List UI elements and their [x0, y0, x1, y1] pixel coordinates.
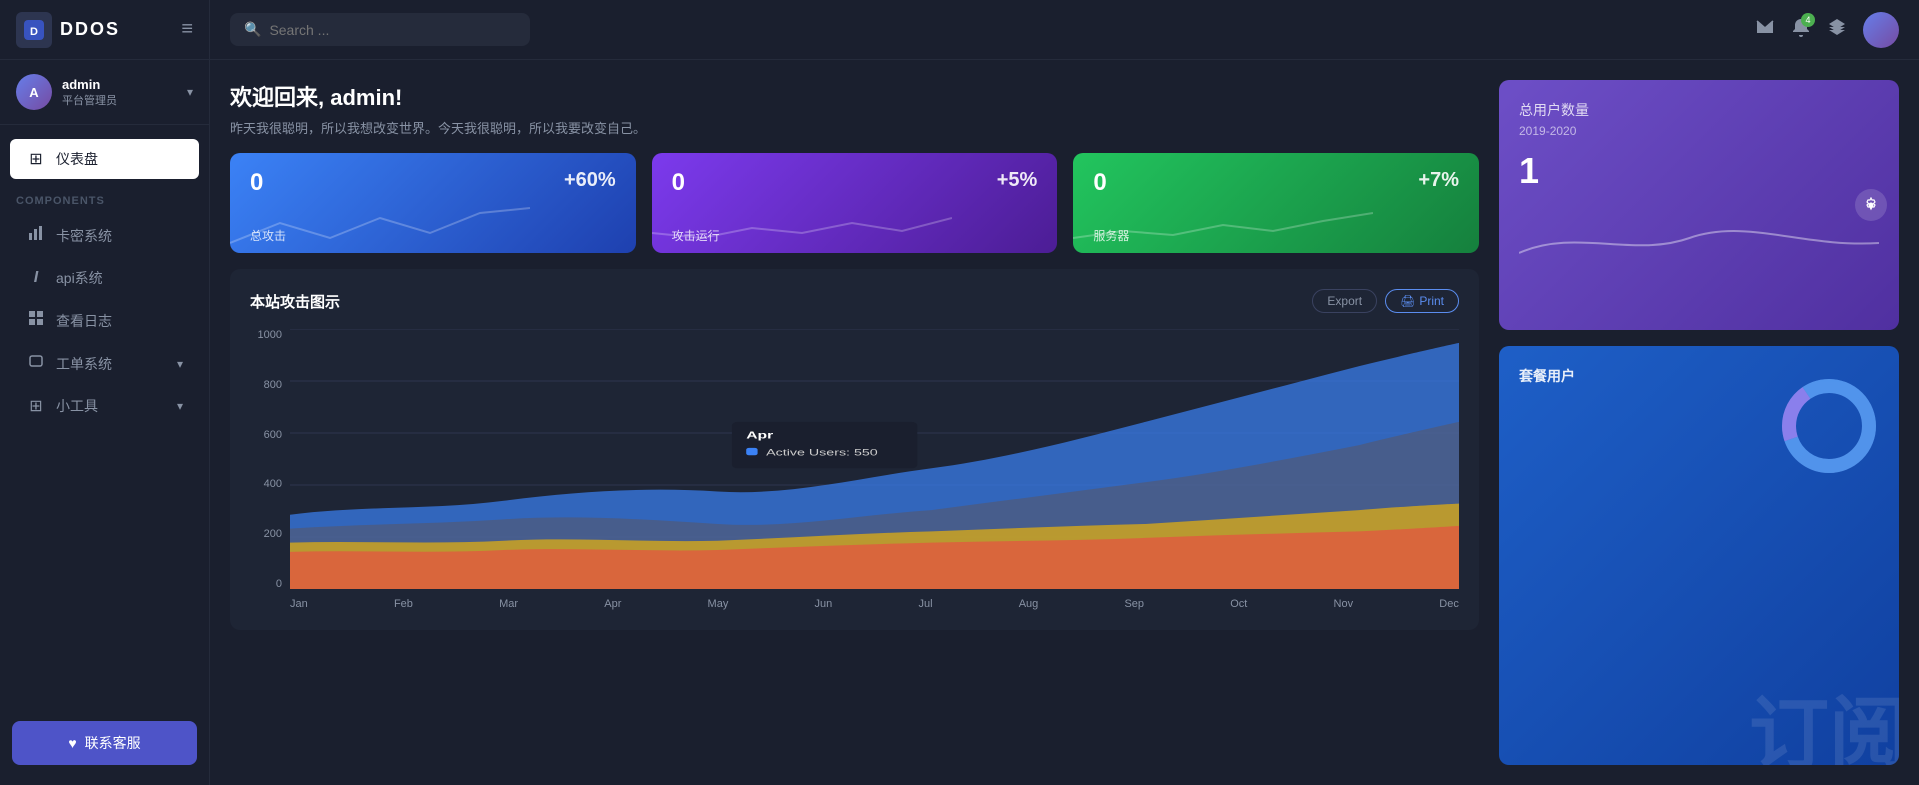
chart-svg: Apr Active Users: 550 — [290, 329, 1459, 589]
sidebar-item-ticket-system[interactable]: 工单系统 ▾ — [10, 343, 199, 384]
sidebar-item-label: 工单系统 — [56, 354, 112, 374]
stat-card-running-attacks: +5% 0 攻击运行 — [652, 153, 1058, 253]
stat-change-purple: +5% — [997, 169, 1038, 192]
package-users-card: 套餐用户 订阅 — [1499, 346, 1899, 765]
chart-area: 1000 800 600 400 200 0 — [250, 329, 1459, 610]
sidebar-logo: D DDOS ≡ — [0, 0, 209, 60]
stat-value-blue: 0 — [250, 169, 616, 197]
stat-card-total-attacks: +60% 0 总攻击 — [230, 153, 636, 253]
print-icon: 🖨 — [1400, 294, 1415, 308]
notification-icon[interactable]: 4 — [1791, 17, 1811, 42]
y-axis: 1000 800 600 400 200 0 — [250, 329, 282, 610]
package-bg-text: 订阅 — [1749, 695, 1899, 765]
user-info: admin 平台管理员 — [62, 77, 177, 108]
notification-badge: 4 — [1801, 13, 1815, 27]
print-button[interactable]: 🖨 Print — [1385, 289, 1459, 313]
total-users-title: 总用户数量 — [1519, 100, 1879, 120]
total-users-card: 总用户数量 2019-2020 1 — [1499, 80, 1899, 330]
sidebar-item-label: 仪表盘 — [56, 149, 98, 169]
search-box[interactable]: 🔍 — [230, 13, 530, 46]
stat-value-green: 0 — [1093, 169, 1459, 197]
ticket-icon — [26, 353, 46, 374]
layers-icon[interactable] — [1827, 17, 1847, 42]
sidebar-item-label: 查看日志 — [56, 311, 112, 331]
welcome-subtitle: 昨天我很聪明，所以我想改变世界。今天我很聪明，所以我要改变自己。 — [230, 118, 1479, 137]
tools-icon: ⊞ — [26, 396, 46, 416]
sidebar-item-label: 卡密系统 — [56, 226, 112, 246]
user-section[interactable]: A admin 平台管理员 ▾ — [0, 60, 209, 125]
search-input[interactable] — [269, 22, 516, 38]
welcome-title: 欢迎回来, admin! — [230, 80, 1479, 112]
svg-text:Active Users: 550: Active Users: 550 — [766, 447, 878, 458]
user-role: 平台管理员 — [62, 92, 177, 108]
chart-title: 本站攻击图示 — [250, 291, 340, 312]
export-button[interactable]: Export — [1312, 289, 1377, 313]
chart-icon — [26, 225, 46, 246]
topbar-right: 4 — [1755, 12, 1899, 48]
x-axis: Jan Feb Mar Apr May Jun Jul Aug Sep Oct … — [290, 594, 1459, 610]
api-icon: I — [26, 269, 46, 287]
hamburger-icon[interactable]: ≡ — [181, 18, 193, 41]
heart-icon: ♥ — [68, 735, 76, 751]
stat-value-purple: 0 — [672, 169, 1038, 197]
avatar: A — [16, 74, 52, 110]
chart-section: 本站攻击图示 Export 🖨 Print 1000 800 600 — [230, 269, 1479, 630]
logo-text: DDOS — [60, 19, 120, 40]
content-main: 欢迎回来, admin! 昨天我很聪明，所以我想改变世界。今天我很聪明，所以我要… — [210, 60, 1499, 785]
settings-button[interactable] — [1855, 189, 1887, 221]
contact-button[interactable]: ♥ 联系客服 — [12, 721, 197, 765]
content-right: 总用户数量 2019-2020 1 套餐用户 订阅 — [1499, 60, 1919, 785]
sidebar-item-tools[interactable]: ⊞ 小工具 ▾ — [10, 386, 199, 426]
total-users-period: 2019-2020 — [1519, 124, 1879, 138]
sidebar-item-label: 小工具 — [56, 396, 98, 416]
sidebar-item-card-system[interactable]: 卡密系统 — [10, 215, 199, 256]
sidebar-item-label: api系统 — [56, 268, 103, 288]
logo-area: D DDOS — [16, 12, 120, 48]
stat-card-servers: +7% 0 服务器 — [1073, 153, 1479, 253]
user-name: admin — [62, 77, 177, 92]
avatar[interactable] — [1863, 12, 1899, 48]
svg-text:D: D — [30, 26, 38, 38]
chart-svg-container: Apr Active Users: 550 Jan Feb Mar Apr Ma… — [290, 329, 1459, 610]
sidebar: D DDOS ≡ A admin 平台管理员 ▾ ⊞ 仪表盘 COMPONENT… — [0, 0, 210, 785]
total-users-value: 1 — [1519, 150, 1879, 192]
content-area: 欢迎回来, admin! 昨天我很聪明，所以我想改变世界。今天我很聪明，所以我要… — [210, 60, 1919, 785]
chevron-down-icon: ▾ — [177, 357, 183, 371]
stat-cards: +60% 0 总攻击 +5% 0 攻击运行 — [230, 153, 1479, 253]
stat-change-green: +7% — [1418, 169, 1459, 192]
chevron-down-icon: ▾ — [177, 399, 183, 413]
stat-change-blue: +60% — [564, 169, 616, 192]
mail-icon[interactable] — [1755, 17, 1775, 42]
chart-header: 本站攻击图示 Export 🖨 Print — [250, 289, 1459, 313]
total-users-wave — [1519, 208, 1879, 268]
components-label: COMPONENTS — [0, 183, 209, 213]
nav-section: ⊞ 仪表盘 COMPONENTS 卡密系统 I api系统 查看日志 — [0, 125, 209, 438]
contact-label: 联系客服 — [85, 733, 141, 753]
topbar: 🔍 4 — [210, 0, 1919, 60]
dashboard-icon: ⊞ — [26, 149, 46, 169]
main-content: 🔍 4 欢迎回来, admin! 昨天我很聪明，所以我想改变世界。今天我很聪明，… — [210, 0, 1919, 785]
search-icon: 🔍 — [244, 21, 261, 38]
svg-text:Apr: Apr — [746, 429, 773, 441]
donut-chart — [1779, 376, 1879, 476]
sidebar-item-view-log[interactable]: 查看日志 — [10, 300, 199, 341]
sidebar-item-dashboard[interactable]: ⊞ 仪表盘 — [10, 139, 199, 179]
chart-buttons: Export 🖨 Print — [1312, 289, 1459, 313]
log-icon — [26, 310, 46, 331]
chevron-down-icon: ▾ — [187, 85, 193, 99]
logo-icon: D — [16, 12, 52, 48]
sidebar-item-api-system[interactable]: I api系统 — [10, 258, 199, 298]
